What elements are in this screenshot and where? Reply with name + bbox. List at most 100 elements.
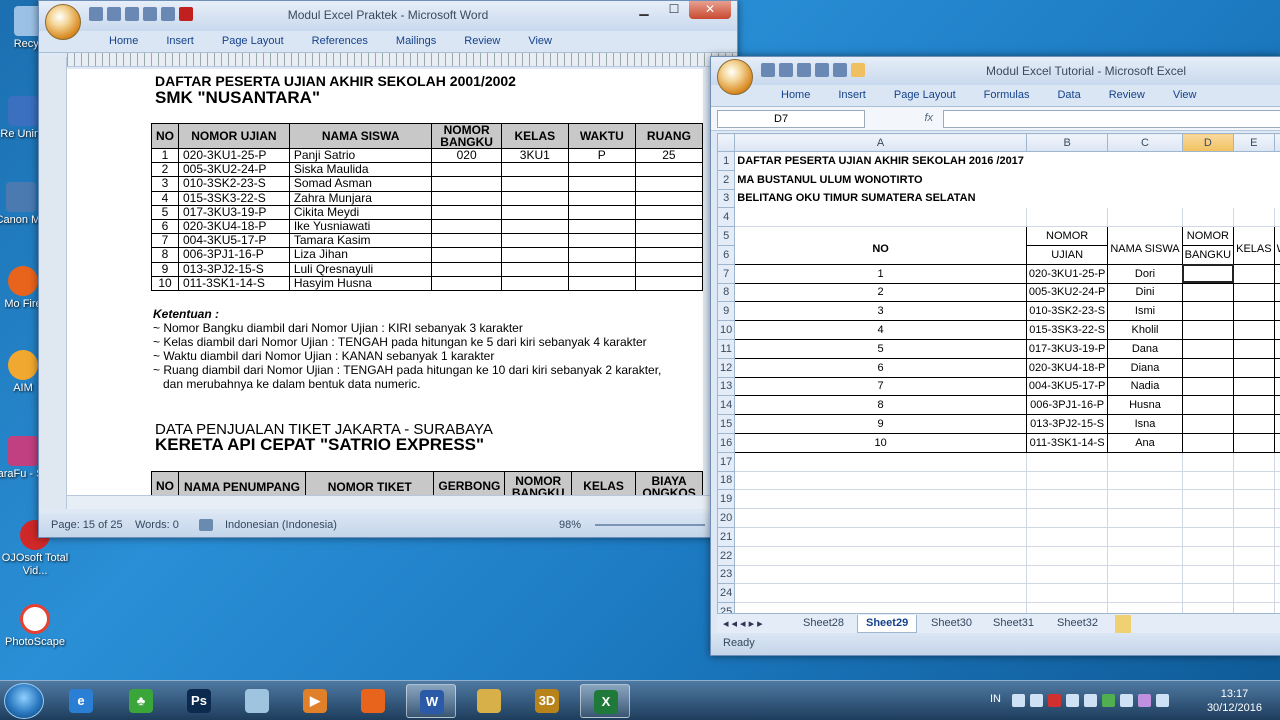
- column-header[interactable]: A: [734, 133, 1027, 152]
- cell[interactable]: [1107, 489, 1183, 510]
- cell-no[interactable]: 5: [734, 338, 1027, 359]
- column-header[interactable]: E: [1233, 133, 1275, 152]
- excel-window[interactable]: Modul Excel Tutorial - Microsoft Excel H…: [710, 56, 1280, 656]
- cell-kelas[interactable]: [1233, 376, 1275, 397]
- row-header[interactable]: 18: [717, 470, 736, 491]
- cell-nomor-bangku[interactable]: [1181, 282, 1235, 303]
- tab-home[interactable]: Home: [95, 31, 152, 52]
- cell[interactable]: [1025, 188, 1109, 209]
- cell[interactable]: [1273, 489, 1280, 510]
- cell-kelas[interactable]: [1233, 338, 1275, 359]
- taskbar-item-excel[interactable]: X: [580, 684, 630, 718]
- tray-network-icon[interactable]: [1120, 694, 1133, 707]
- header-no[interactable]: NO: [734, 236, 1027, 256]
- cell-waktu[interactable]: [1273, 338, 1280, 359]
- language-indicator[interactable]: Indonesian (Indonesia): [225, 519, 337, 531]
- row-header[interactable]: 21: [717, 526, 736, 547]
- taskbar-item-notepad[interactable]: [232, 684, 282, 718]
- cell-no[interactable]: 4: [734, 320, 1027, 340]
- cell[interactable]: [1025, 451, 1109, 472]
- cell-no[interactable]: 6: [734, 357, 1027, 378]
- cell-waktu[interactable]: [1273, 263, 1280, 284]
- header-nama-siswa[interactable]: NAMA SISWA: [1107, 236, 1183, 256]
- row-header[interactable]: 9: [717, 301, 736, 322]
- column-header[interactable]: C: [1107, 133, 1183, 152]
- tab-home[interactable]: Home: [767, 85, 824, 106]
- tab-view[interactable]: View: [514, 31, 566, 52]
- cell-no[interactable]: 7: [734, 376, 1027, 397]
- cell[interactable]: [1233, 545, 1275, 566]
- cell[interactable]: [1107, 564, 1183, 585]
- cell[interactable]: [1107, 526, 1183, 547]
- cell[interactable]: [1233, 151, 1275, 171]
- header-nomor-ujian[interactable]: UJIAN: [1025, 244, 1109, 265]
- taskbar-item-word[interactable]: W: [406, 684, 456, 718]
- tray-arrow-icon[interactable]: [1012, 694, 1025, 707]
- sheet-tab-30[interactable]: Sheet30: [923, 615, 980, 633]
- cell-no[interactable]: 10: [734, 432, 1027, 453]
- cell-nama-siswa[interactable]: Dori: [1107, 263, 1183, 284]
- cell[interactable]: [1273, 564, 1280, 585]
- row-header[interactable]: 7: [717, 263, 736, 284]
- cell[interactable]: [1107, 451, 1183, 472]
- tab-view[interactable]: View: [1159, 85, 1211, 106]
- cell-no[interactable]: 2: [734, 282, 1027, 303]
- cell[interactable]: [1273, 207, 1280, 228]
- cell[interactable]: [1181, 526, 1235, 547]
- row-header[interactable]: 4: [717, 207, 736, 228]
- cell-kelas[interactable]: [1233, 432, 1275, 453]
- name-box[interactable]: D7: [717, 110, 865, 128]
- cell-nomor-bangku[interactable]: [1181, 414, 1235, 434]
- cell-nama-siswa[interactable]: Dini: [1107, 282, 1183, 303]
- cell[interactable]: [1181, 508, 1235, 528]
- cell[interactable]: [1233, 470, 1275, 491]
- cell[interactable]: [1107, 207, 1183, 228]
- cell[interactable]: [734, 583, 1027, 604]
- cell-waktu[interactable]: [1273, 282, 1280, 303]
- cell[interactable]: [1025, 470, 1109, 491]
- row-header[interactable]: 3: [717, 188, 736, 209]
- cell-nomor-ujian[interactable]: 017-3KU3-19-P: [1025, 338, 1109, 359]
- cell[interactable]: [734, 508, 1027, 528]
- cell-waktu[interactable]: [1273, 376, 1280, 397]
- cell-nomor-bangku[interactable]: [1181, 432, 1235, 453]
- row-header[interactable]: 16: [717, 432, 736, 453]
- cell[interactable]: [1273, 151, 1280, 171]
- cell[interactable]: [1273, 545, 1280, 566]
- cell-nomor-bangku[interactable]: [1181, 395, 1235, 416]
- cell[interactable]: [1025, 169, 1109, 190]
- cell-kelas[interactable]: [1233, 282, 1275, 303]
- cell[interactable]: [1107, 169, 1183, 190]
- cell-nama-siswa[interactable]: Husna: [1107, 395, 1183, 416]
- cell[interactable]: [1181, 207, 1235, 228]
- cell[interactable]: [1107, 151, 1183, 171]
- cell[interactable]: [1233, 526, 1275, 547]
- cell[interactable]: [734, 470, 1027, 491]
- horizontal-ruler[interactable]: [67, 53, 737, 67]
- cell-nomor-ujian[interactable]: 004-3KU5-17-P: [1025, 376, 1109, 397]
- taskbar-item-media-player[interactable]: ▶: [290, 684, 340, 718]
- spreadsheet-grid[interactable]: ABCDEFGH1DAFTAR PESERTA UJIAN AKHIR SEKO…: [717, 133, 1280, 623]
- cell[interactable]: [1025, 207, 1109, 228]
- cell-nama-siswa[interactable]: Isna: [1107, 414, 1183, 434]
- tab-references[interactable]: References: [298, 31, 382, 52]
- tray-device-icon[interactable]: [1066, 694, 1079, 707]
- row-header[interactable]: 19: [717, 489, 736, 510]
- cell[interactable]: [1181, 169, 1235, 190]
- title-cell[interactable]: DAFTAR PESERTA UJIAN AKHIR SEKOLAH 2016 …: [734, 151, 1027, 171]
- cell-waktu[interactable]: [1273, 357, 1280, 378]
- row-header[interactable]: 20: [717, 508, 736, 528]
- cell[interactable]: [734, 207, 1027, 228]
- cell[interactable]: [734, 451, 1027, 472]
- row-header[interactable]: 8: [717, 282, 736, 303]
- row-header[interactable]: 23: [717, 564, 736, 585]
- office-button[interactable]: [45, 4, 81, 40]
- sheet-tab-29[interactable]: Sheet29: [857, 615, 918, 633]
- taskbar-item-ie[interactable]: e: [56, 684, 106, 718]
- taskbar-item-photoshop[interactable]: Ps: [174, 684, 224, 718]
- word-count[interactable]: Words: 0: [135, 519, 179, 531]
- tray-antivirus-icon[interactable]: [1048, 694, 1061, 707]
- sheet-table[interactable]: ABCDEFGH1DAFTAR PESERTA UJIAN AKHIR SEKO…: [717, 133, 1280, 622]
- row-header[interactable]: 24: [717, 583, 736, 604]
- cell[interactable]: [1181, 151, 1235, 171]
